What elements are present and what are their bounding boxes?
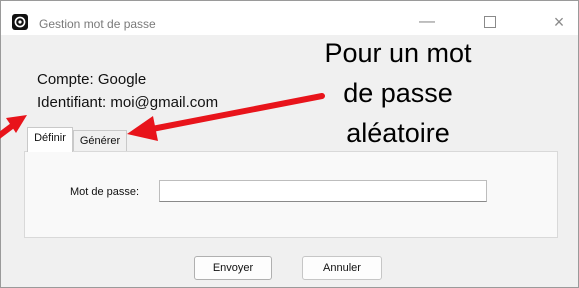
send-button[interactable]: Envoyer <box>194 256 272 280</box>
app-icon <box>12 14 28 30</box>
minimize-button[interactable]: — <box>415 11 439 33</box>
password-input[interactable] <box>159 180 487 202</box>
annotation-line: aléatoire <box>346 118 450 148</box>
identifier-label: Identifiant: moi@gmail.com <box>37 94 219 111</box>
annotation-line: Pour un mot <box>324 38 472 68</box>
cancel-button[interactable]: Annuler <box>302 256 382 280</box>
maximize-button[interactable] <box>478 11 502 33</box>
title-bar: Gestion mot de passe — × <box>1 1 578 35</box>
account-label: Compte: Google <box>37 71 147 88</box>
window-title: Gestion mot de passe <box>39 17 156 31</box>
annotation-line: de passe <box>343 78 453 108</box>
tab-generer[interactable]: Générer <box>73 130 127 152</box>
password-label: Mot de passe: <box>70 186 140 198</box>
annotation-text: Pour un mot de passe aléatoire <box>298 33 498 153</box>
close-button[interactable]: × <box>547 11 571 33</box>
tab-definir[interactable]: Définir <box>27 127 73 152</box>
maximize-icon <box>484 16 496 28</box>
